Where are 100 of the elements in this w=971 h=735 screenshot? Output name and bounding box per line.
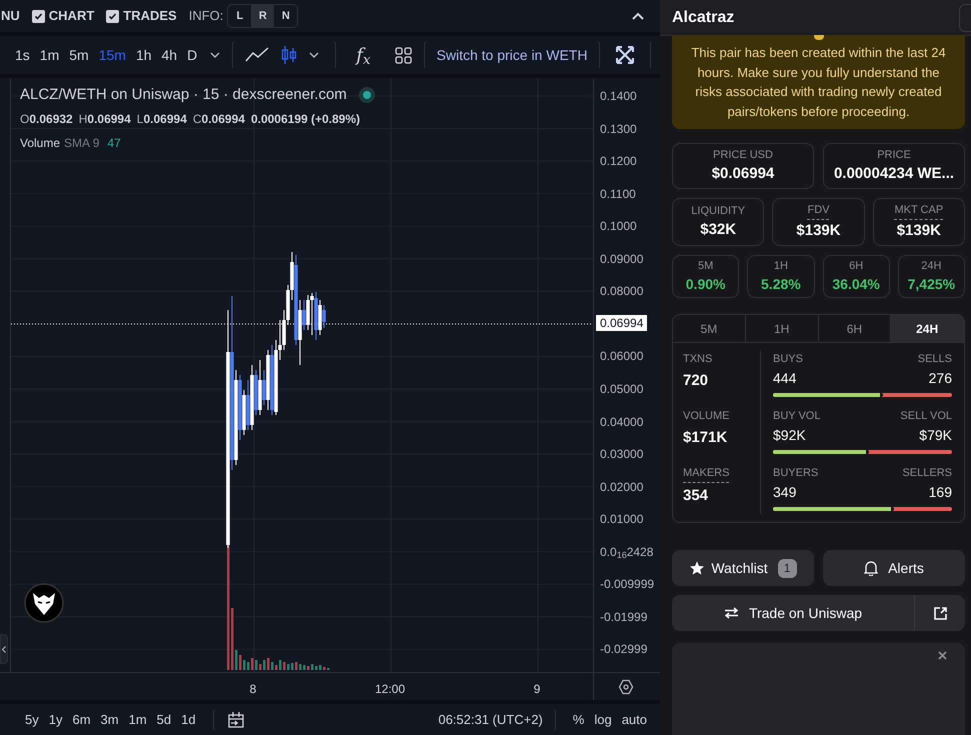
scale-option[interactable]: %: [568, 710, 590, 730]
card-label: 24H: [921, 258, 942, 274]
volume-bar: [287, 664, 290, 670]
interval-tab[interactable]: D: [182, 44, 202, 66]
pair-title: Alcatraz: [672, 8, 734, 28]
layout-grid-icon[interactable]: [394, 46, 412, 64]
sma-label: SMA 9: [64, 134, 100, 152]
range-button[interactable]: 5d: [152, 710, 176, 730]
buy-label: BUYERS: [773, 466, 818, 481]
card-label: 5M: [698, 258, 714, 274]
sell-label: SELLERS: [902, 466, 952, 481]
volume-bar: [311, 664, 314, 670]
sell-value: 276: [928, 368, 952, 388]
sma-value: 47: [107, 134, 121, 152]
candlestick-icon[interactable]: [281, 45, 298, 65]
info-option[interactable]: R: [251, 5, 274, 27]
volume-bar: [291, 663, 294, 670]
price-tick: 0.06000: [600, 349, 644, 364]
volume-bar: [323, 667, 326, 670]
range-button[interactable]: 5y: [20, 710, 44, 730]
interval-tab[interactable]: 1s: [10, 44, 35, 66]
interval-tab[interactable]: 5m: [64, 44, 94, 66]
price-change: 0.0006199 (+0.89%): [250, 110, 360, 128]
volume-bar: [255, 660, 258, 670]
card-value: $139K: [896, 220, 941, 240]
range-button[interactable]: 1y: [44, 710, 68, 730]
stat-value: 354: [683, 486, 708, 506]
logo-icon: [24, 583, 64, 623]
card-label: PRICE: [877, 148, 911, 162]
settings-icon[interactable]: [618, 678, 634, 694]
interval-tab[interactable]: 4h: [156, 44, 182, 66]
toggle[interactable]: TRADES: [106, 6, 177, 26]
range-button[interactable]: 3m: [96, 710, 124, 730]
info-option[interactable]: N: [274, 5, 298, 27]
range-button[interactable]: 1d: [176, 710, 201, 730]
period-tab[interactable]: 5M: [673, 315, 746, 342]
volume-bar: [263, 660, 266, 670]
interval-tab[interactable]: 1m: [34, 44, 64, 66]
volume-bar: [247, 662, 250, 670]
interval-tab[interactable]: 1h: [130, 44, 157, 66]
chevron-down-icon[interactable]: [210, 52, 220, 58]
volume-bar: [319, 665, 322, 670]
ohlc-value: C0.06994: [192, 110, 245, 128]
sell-label: SELL VOL: [900, 409, 952, 424]
card-value: $139K: [796, 220, 841, 240]
info-option[interactable]: L: [228, 5, 252, 27]
alerts-button[interactable]: Alerts: [823, 550, 965, 586]
switch-price-button[interactable]: Switch to price in WETH: [436, 44, 588, 66]
change-value: 36.04%: [832, 275, 880, 294]
fullscreen-icon[interactable]: [616, 46, 634, 64]
buy-value: 444: [773, 368, 796, 388]
time-tick: 12:00: [374, 681, 406, 698]
interval-tab[interactable]: 15m: [94, 44, 131, 66]
price-tick: 0.0$_{16}$2428: [600, 544, 654, 559]
chevron-down-icon[interactable]: [309, 52, 320, 58]
toggle[interactable]: CHART: [32, 6, 94, 26]
price-tick: 0.1000: [600, 219, 637, 234]
volume-bar: [235, 650, 238, 670]
volume-label: Volume: [20, 134, 60, 152]
price-tick: 0.1100: [600, 186, 636, 201]
buy-value: 349: [773, 482, 796, 502]
period-tab[interactable]: 1H: [746, 315, 818, 342]
close-icon[interactable]: [938, 651, 947, 660]
change-value: 7,425%: [908, 275, 956, 294]
volume-bar: [239, 655, 242, 670]
volume-bar: [303, 665, 306, 670]
card-label: MKT CAP: [894, 202, 944, 220]
price-tick: 0.02000: [600, 480, 644, 494]
card-label: PRICE USD: [713, 148, 773, 162]
star-icon: [689, 560, 706, 576]
volume-bar: [271, 662, 274, 670]
price-tick: 0.1400: [600, 89, 637, 103]
price-tick: 0.09000: [600, 252, 644, 266]
stat-label: TXNS: [683, 352, 712, 367]
range-button[interactable]: 6m: [67, 710, 96, 730]
sell-value: $79K: [919, 426, 952, 444]
range-button[interactable]: 1m: [124, 710, 152, 730]
clock-time: 06:52:31 (UTC+2): [438, 710, 543, 729]
volume-bar: [315, 666, 318, 670]
stat-value: 720: [683, 370, 708, 390]
watchlist-button[interactable]: Watchlist 1: [672, 550, 814, 586]
scale-option[interactable]: log: [589, 710, 617, 730]
volume-bar: [267, 658, 270, 670]
indicators-button[interactable]: f$_{x}$: [352, 42, 375, 68]
line-chart-icon[interactable]: [245, 47, 270, 63]
volume-bar: [295, 662, 298, 670]
price-tick: 0.03000: [600, 447, 644, 462]
menu-label[interactable]: NU: [1, 6, 20, 26]
collapse-handle[interactable]: [0, 634, 8, 664]
period-tab[interactable]: 24H: [891, 315, 964, 342]
time-tick: 8: [250, 681, 256, 698]
scale-option[interactable]: auto: [616, 710, 652, 730]
chevron-up-icon[interactable]: [632, 12, 644, 20]
price-tick: 0.08000: [600, 284, 644, 298]
stat-label: VOLUME: [683, 409, 730, 424]
price-tick: 0.1200: [600, 154, 637, 168]
change-value: 0.90%: [686, 275, 726, 294]
card-value: $32K: [700, 220, 736, 240]
volume-bar: [283, 662, 286, 670]
calendar-icon[interactable]: [226, 710, 246, 730]
